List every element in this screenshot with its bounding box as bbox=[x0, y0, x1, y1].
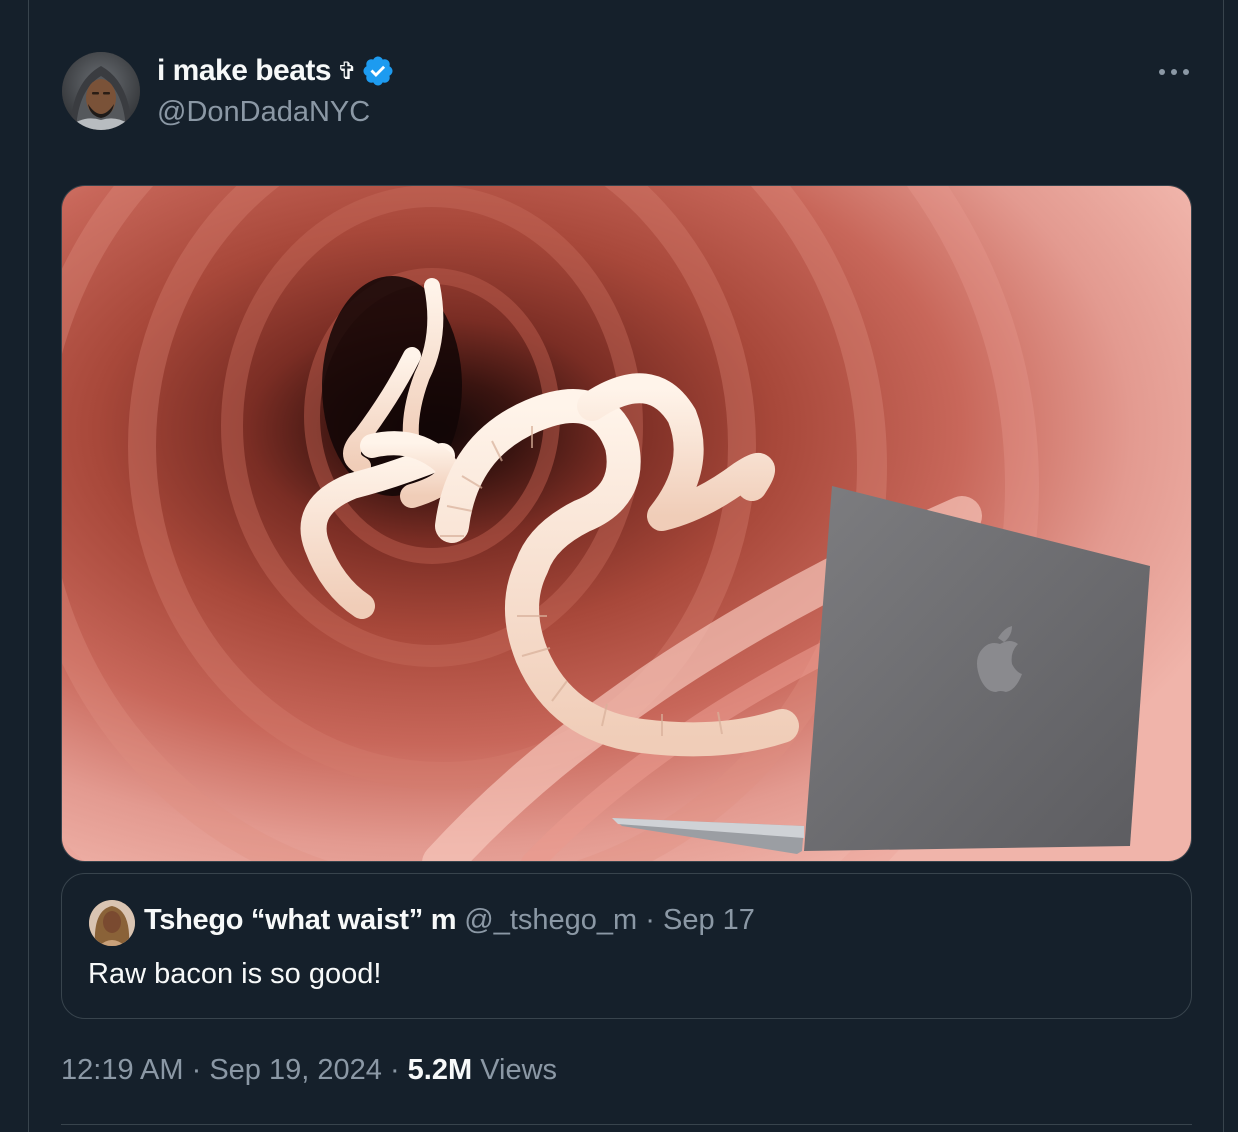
quote-separator: · bbox=[645, 904, 655, 936]
quote-author-avatar[interactable] bbox=[89, 900, 135, 946]
quote-header: Tshego “what waist” m @_tshego_m · Sep 1… bbox=[144, 904, 755, 937]
quote-author-handle[interactable]: @_tshego_m bbox=[464, 904, 637, 936]
avatar-woman-icon bbox=[89, 900, 135, 946]
more-horizontal-icon[interactable] bbox=[1156, 58, 1192, 86]
author-avatar[interactable] bbox=[62, 52, 140, 130]
author-name[interactable]: i make beats bbox=[157, 54, 332, 88]
author-name-row[interactable]: i make beats ✞ bbox=[157, 54, 395, 88]
verified-badge-icon bbox=[363, 56, 393, 86]
quoted-tweet-card[interactable]: Tshego “what waist” m @_tshego_m · Sep 1… bbox=[61, 873, 1192, 1019]
quote-author-name[interactable]: Tshego “what waist” m bbox=[144, 904, 457, 936]
tweet-media-image[interactable] bbox=[61, 185, 1192, 862]
author-name-glyph: ✞ bbox=[337, 57, 357, 85]
bottom-divider bbox=[61, 1124, 1192, 1125]
avatar-hooded-man-icon bbox=[62, 52, 140, 130]
quote-date[interactable]: Sep 17 bbox=[663, 904, 755, 936]
tweet-time[interactable]: 12:19 AM bbox=[61, 1054, 184, 1086]
tapeworm-in-intestine-image bbox=[62, 186, 1191, 861]
quote-text: Raw bacon is so good! bbox=[88, 958, 382, 990]
author-handle[interactable]: @DonDadaNYC bbox=[157, 96, 370, 129]
views-count: 5.2M bbox=[407, 1054, 473, 1086]
meta-separator: · bbox=[191, 1054, 202, 1086]
views-label: Views bbox=[480, 1054, 558, 1086]
tweet-meta: 12:19 AM · Sep 19, 2024 · 5.2M Views bbox=[61, 1054, 557, 1087]
meta-separator-2: · bbox=[389, 1054, 400, 1086]
tweet-date[interactable]: Sep 19, 2024 bbox=[209, 1054, 382, 1086]
